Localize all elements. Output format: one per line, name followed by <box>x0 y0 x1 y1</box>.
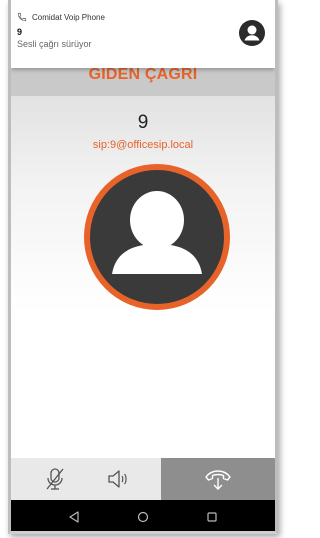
call-title: GİDEN ÇAĞRI <box>88 66 198 83</box>
mute-button[interactable] <box>35 459 75 499</box>
speaker-button[interactable] <box>98 459 138 499</box>
phone-screen: GİDEN ÇAĞRI Comidat Voip Phone 9 Sesli ç… <box>8 0 278 534</box>
home-icon <box>137 511 149 523</box>
notification-app-row: Comidat Voip Phone <box>17 12 105 22</box>
notification-caller: 9 <box>17 27 23 37</box>
back-button[interactable] <box>59 502 89 531</box>
notification-app-name: Comidat Voip Phone <box>32 12 105 22</box>
back-icon <box>69 511 79 523</box>
navigation-bar <box>11 500 275 531</box>
phone-icon <box>17 12 27 22</box>
call-controls <box>11 458 275 500</box>
person-icon <box>239 20 265 46</box>
call-number: 9 <box>137 112 149 133</box>
notification-status: Sesli çağrı sürüyor <box>17 39 92 49</box>
mic-muted-icon <box>45 468 64 490</box>
recents-button[interactable] <box>197 502 227 531</box>
hang-up-icon <box>205 470 231 490</box>
sip-address: sip:9@officesip.local <box>92 139 194 151</box>
hang-up-area <box>161 458 275 500</box>
call-notification[interactable]: Comidat Voip Phone 9 Sesli çağrı sürüyor <box>11 0 275 68</box>
home-button[interactable] <box>128 502 158 531</box>
call-options <box>11 458 161 500</box>
hang-up-button[interactable] <box>198 459 238 499</box>
contact-avatar-icon <box>84 164 230 310</box>
recents-icon <box>207 512 217 522</box>
speaker-icon <box>107 470 127 488</box>
